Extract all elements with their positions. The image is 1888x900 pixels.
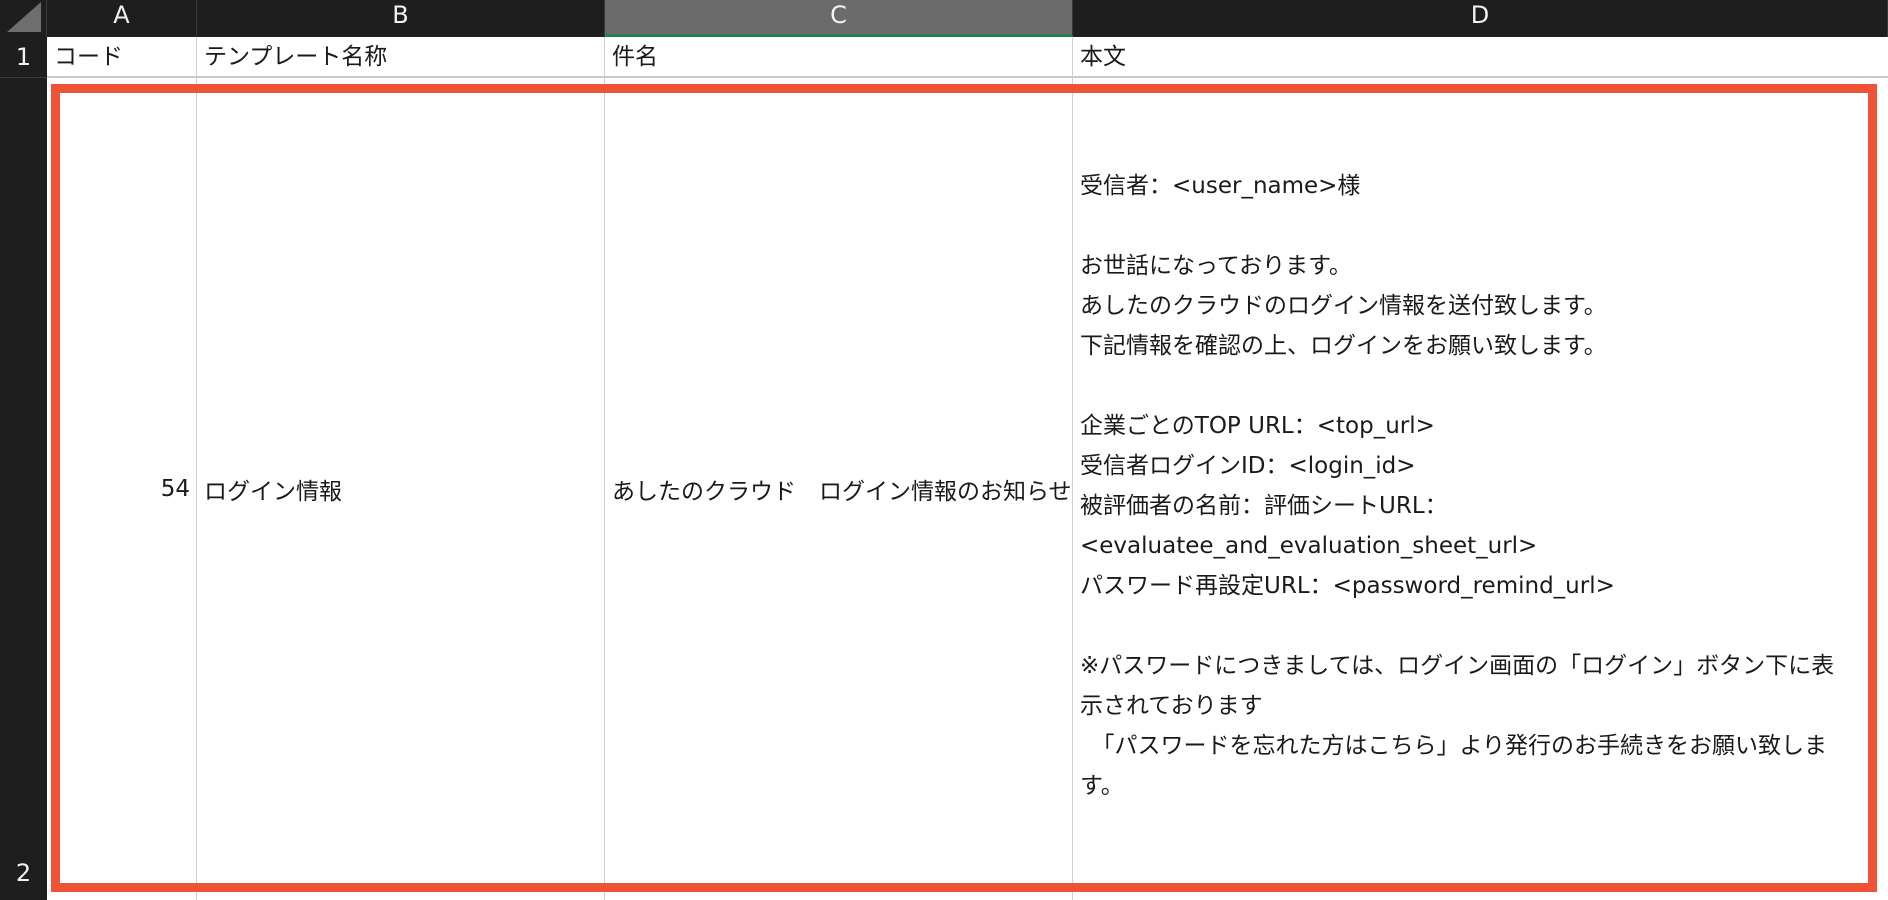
body-line — [1080, 206, 1888, 246]
body-line: す。 — [1080, 773, 1124, 799]
body-line: ※パスワードにつきましては、ログイン画面の「ログイン」ボタン下に表 — [1080, 653, 1835, 679]
body-line: 受信者ログインID：<login_id> — [1080, 453, 1416, 479]
body-line: あしたのクラウドのログイン情報を送付致します。 — [1080, 293, 1607, 319]
column-header-a[interactable]: A — [47, 0, 197, 37]
body-line: <evaluatee_and_evaluation_sheet_url> — [1080, 533, 1538, 559]
column-header-b[interactable]: B — [197, 0, 605, 37]
spreadsheet: A B C D 1 2 コード テンプレート名称 件名 本文 54 ログイン情報… — [0, 0, 1888, 900]
cell-b2-template-name[interactable]: ログイン情報 — [197, 78, 605, 900]
body-line: 「パスワードを忘れた方はこちら」より発行のお手続きをお願い致しま — [1080, 733, 1828, 759]
cell-d1-body-header[interactable]: 本文 — [1073, 37, 1888, 78]
cell-a2-code[interactable]: 54 — [47, 78, 197, 900]
body-line: お世話になっております。 — [1080, 253, 1352, 279]
cell-c2-subject[interactable]: あしたのクラウド ログイン情報のお知らせ — [605, 78, 1073, 900]
cell-c1-subject-header[interactable]: 件名 — [605, 37, 1073, 78]
cell-b1-template-name-header[interactable]: テンプレート名称 — [197, 37, 605, 78]
body-line: 下記情報を確認の上、ログインをお願い致します。 — [1080, 333, 1607, 359]
body-line: 受信者：<user_name>様 — [1080, 173, 1361, 199]
body-line: 示されております — [1080, 693, 1263, 719]
body-line: パスワード再設定URL：<password_remind_url> — [1080, 573, 1615, 599]
select-all-corner[interactable] — [0, 0, 47, 37]
column-header-c[interactable]: C — [605, 0, 1073, 37]
select-all-triangle-icon — [7, 2, 41, 32]
row-header-1[interactable]: 1 — [0, 37, 47, 78]
column-header-d[interactable]: D — [1073, 0, 1888, 37]
body-line — [1080, 606, 1888, 646]
row-header-2[interactable]: 2 — [0, 78, 47, 900]
cell-d2-body[interactable]: 受信者：<user_name>様 お世話になっております。 あしたのクラウドのロ… — [1073, 78, 1888, 900]
body-line — [1080, 366, 1888, 406]
body-line: 企業ごとのTOP URL：<top_url> — [1080, 413, 1435, 439]
body-line: 被評価者の名前：評価シートURL： — [1080, 493, 1448, 519]
row-header-2-label: 2 — [15, 859, 32, 887]
cell-a1-code-header[interactable]: コード — [47, 37, 197, 78]
